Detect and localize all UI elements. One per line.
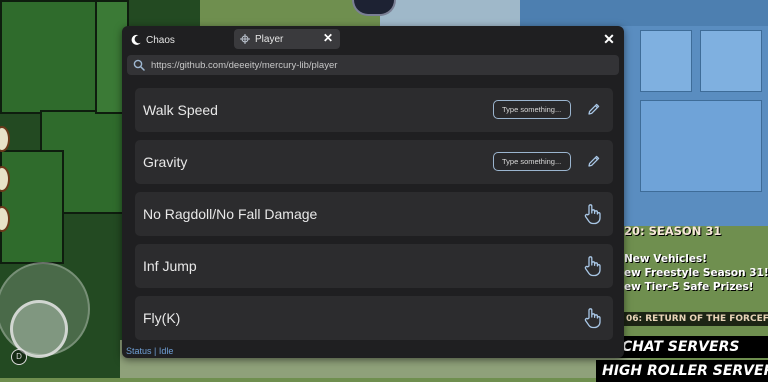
options-list: Walk Speed Gravity No Ragdoll/No Fall Da…	[122, 80, 624, 344]
server-button[interactable]: HIGH ROLLER SERVERS	[596, 360, 768, 382]
tab-close-icon[interactable]: ✕	[322, 32, 334, 44]
fly-button[interactable]: Fly(K)	[135, 296, 613, 340]
search-icon	[133, 59, 145, 71]
pointer-hand-icon	[584, 308, 601, 329]
url-text: https://github.com/deeeity/mercury-lib/p…	[151, 59, 338, 71]
gravity-input[interactable]	[493, 152, 571, 171]
news-line: New Vehicles!	[624, 253, 707, 265]
pointer-hand-icon	[584, 204, 601, 225]
gravity-row: Gravity	[135, 140, 613, 184]
no-ragdoll-button[interactable]: No Ragdoll/No Fall Damage	[135, 192, 613, 236]
building-window	[640, 30, 692, 92]
pencil-icon[interactable]	[587, 154, 601, 168]
building-window	[0, 150, 64, 264]
script-window: Chaos Player ✕ ✕ https://github.com/deee…	[122, 26, 624, 358]
app-tab[interactable]: Chaos	[130, 31, 175, 49]
building-window	[640, 100, 762, 192]
pointer-hand-icon	[584, 256, 601, 277]
joystick-key-label: D	[11, 349, 27, 365]
title-bar[interactable]: Chaos Player ✕ ✕	[122, 26, 624, 52]
news-line: ew Tier-5 Safe Prizes!	[624, 281, 754, 293]
sky-area	[380, 0, 520, 26]
pencil-icon[interactable]	[587, 102, 601, 116]
crosshair-icon	[240, 34, 250, 44]
tab-label: Player	[255, 33, 284, 45]
url-bar[interactable]: https://github.com/deeeity/mercury-lib/p…	[127, 55, 619, 75]
news-title: 20: SEASON 31	[624, 224, 722, 238]
row-label: Walk Speed	[143, 102, 218, 118]
news-ticker: 06: RETURN OF THE FORCEFIE	[624, 312, 768, 326]
inf-jump-button[interactable]: Inf Jump	[135, 244, 613, 288]
news-line: ew Freestyle Season 31!	[624, 267, 768, 279]
moon-icon	[131, 34, 141, 45]
row-label: No Ragdoll/No Fall Damage	[143, 206, 318, 222]
tab-player[interactable]: Player ✕	[234, 29, 340, 49]
close-icon[interactable]: ✕	[602, 32, 616, 46]
building-window	[0, 0, 99, 114]
walk-speed-row: Walk Speed	[135, 88, 613, 132]
row-label: Fly(K)	[143, 310, 181, 326]
app-name: Chaos	[146, 34, 175, 46]
walk-speed-input[interactable]	[493, 100, 571, 119]
row-label: Inf Jump	[143, 258, 197, 274]
row-label: Gravity	[143, 154, 188, 170]
status-text: Status | Idle	[126, 346, 174, 356]
building-window	[700, 30, 762, 92]
